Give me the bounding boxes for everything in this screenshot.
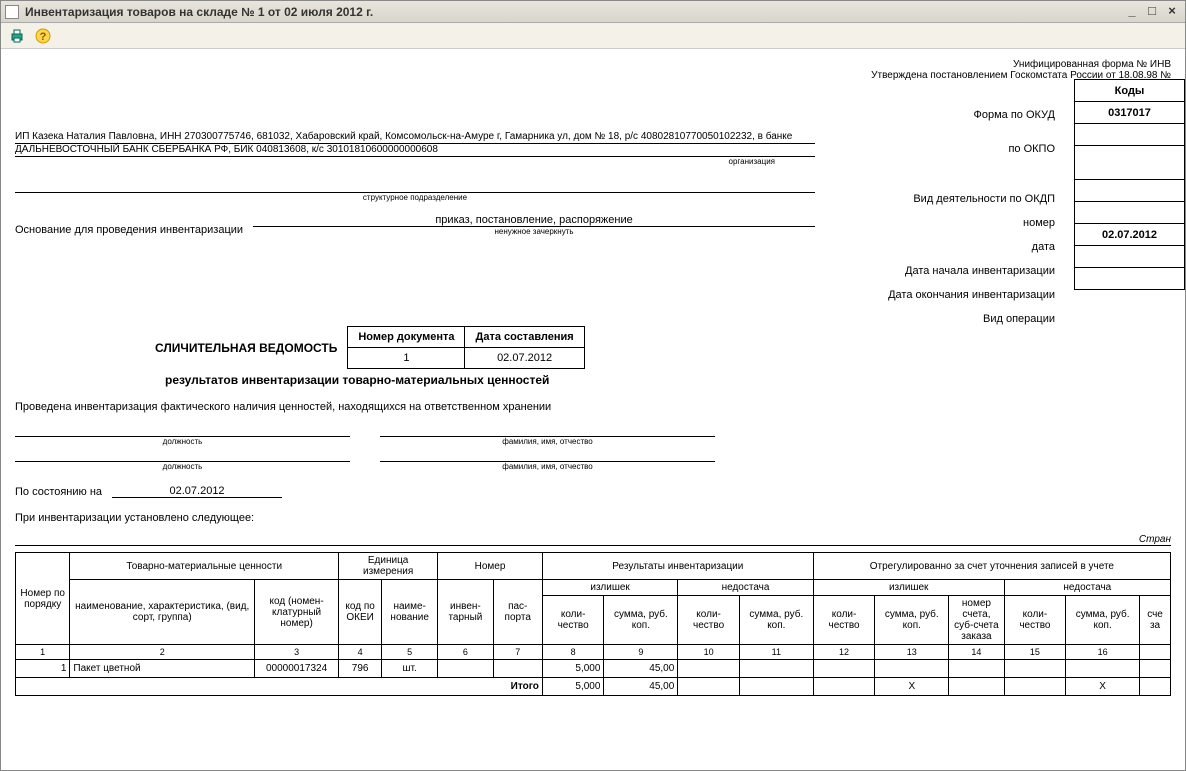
print-button[interactable] <box>7 26 27 46</box>
page-label: Стран <box>15 534 1171 546</box>
th-sum4: сумма, руб. коп. <box>1066 596 1140 645</box>
codes-labels: Форма по ОКУД по ОКПО Вид деятельности п… <box>888 103 1055 331</box>
sign-fio-2: фамилия, имя, отчество <box>380 462 715 471</box>
th-qty2: коли-чество <box>678 596 740 645</box>
inventory-table: Номер по порядку Товарно-материальные це… <box>15 552 1171 696</box>
form-note: Унифицированная форма № ИНВ <box>15 59 1171 70</box>
titlebar: Инвентаризация товаров на складе № 1 от … <box>1 1 1185 23</box>
document-icon <box>5 5 19 19</box>
okdp-label: Вид деятельности по ОКДП <box>888 187 1055 211</box>
sign-fio-1: фамилия, имя, отчество <box>380 437 715 446</box>
form-header-notes: Унифицированная форма № ИНВ Утверждена п… <box>15 59 1171 81</box>
codes-header: Коды <box>1075 80 1185 102</box>
column-numbers-row: 1 2 3 4 5 6 7 8 9 10 11 12 13 14 15 16 <box>16 645 1171 660</box>
window-title: Инвентаризация товаров на складе № 1 от … <box>25 5 1121 19</box>
organization-block: ИП Казека Наталия Павловна, ИНН 27030077… <box>15 131 815 202</box>
start-date-value: 02.07.2012 <box>1075 224 1185 246</box>
th-unitname: наиме-нование <box>382 580 438 645</box>
optype-value <box>1075 268 1185 290</box>
th-sum3: сумма, руб. коп. <box>875 596 949 645</box>
table-row: 1 Пакет цветной 00000017324 796 шт. 5,00… <box>16 660 1171 678</box>
th-surplus2: излишек <box>813 580 1004 596</box>
state-row: По состоянию на 02.07.2012 <box>15 485 1171 498</box>
toolbar: ? <box>1 23 1185 49</box>
codes-box: Коды 0317017 02.07.2012 <box>1074 79 1185 290</box>
doc-subtitle: результатов инвентаризации товарно-матер… <box>165 373 1171 387</box>
state-value: 02.07.2012 <box>112 485 282 498</box>
state-label: По состоянию на <box>15 486 102 498</box>
th-invnum: инвен-тарный <box>438 580 493 645</box>
table-total-row: Итого 5,000 45,00 X X <box>16 678 1171 696</box>
org-sub2: структурное подразделение <box>15 193 815 202</box>
th-okei: код по ОКЕИ <box>339 580 382 645</box>
th-acct1: номер счета, суб-счета заказа <box>949 596 1004 645</box>
docnum-col1: Номер документа <box>348 327 465 348</box>
basis-sub: ненужное зачеркнуть <box>253 227 815 236</box>
th-results: Результаты инвентаризации <box>542 553 813 580</box>
th-name: наименование, характеристика, (вид, сорт… <box>70 580 255 645</box>
th-num: Номер по порядку <box>16 553 70 645</box>
okud-value: 0317017 <box>1075 102 1185 124</box>
docnum-col2: Дата составления <box>465 327 584 348</box>
th-qty4: коли-чество <box>1004 596 1066 645</box>
th-shortage1: недостача <box>678 580 813 596</box>
basis-row: Основание для проведения инвентаризации … <box>15 214 815 236</box>
code-number-value <box>1075 180 1185 202</box>
org-line2: ДАЛЬНЕВОСТОЧНЫЙ БАНК СБЕРБАНКА РФ, БИК 0… <box>15 144 815 157</box>
docnum-value: 1 <box>348 348 465 369</box>
struct-line <box>15 180 815 193</box>
th-acct2: сче за <box>1140 596 1171 645</box>
intro-text: Проведена инвентаризация фактического на… <box>15 401 1171 413</box>
start-label: Дата начала инвентаризации <box>888 259 1055 283</box>
svg-text:?: ? <box>40 31 47 43</box>
okpo-value <box>1075 124 1185 146</box>
app-window: Инвентаризация товаров на складе № 1 от … <box>0 0 1186 771</box>
th-number: Номер <box>438 553 543 580</box>
sign-pos-2: должность <box>15 462 350 471</box>
document-content[interactable]: Унифицированная форма № ИНВ Утверждена п… <box>1 49 1185 770</box>
number-label: номер <box>888 211 1055 235</box>
doc-number-block: СЛИЧИТЕЛЬНАЯ ВЕДОМОСТЬ Номер документа Д… <box>155 326 1171 369</box>
signature-row-2: должность фамилия, имя, отчество <box>15 448 715 471</box>
okpo-label: по ОКПО <box>888 137 1055 161</box>
end-label: Дата окончания инвентаризации <box>888 283 1055 307</box>
doc-title: СЛИЧИТЕЛЬНАЯ ВЕДОМОСТЬ <box>155 341 337 355</box>
basis-label: Основание для проведения инвентаризации <box>15 224 243 236</box>
form-approved: Утверждена постановлением Госкомстата Ро… <box>15 70 1171 81</box>
th-tmc: Товарно-материальные ценности <box>70 553 339 580</box>
minimize-button[interactable]: _ <box>1123 4 1141 20</box>
basis-value: приказ, постановление, распоряжение <box>253 214 815 227</box>
found-text: При инвентаризации установлено следующее… <box>15 512 1171 524</box>
total-label: Итого <box>16 678 543 696</box>
th-unit: Единица измерения <box>339 553 438 580</box>
th-surplus1: излишек <box>542 580 677 596</box>
close-button[interactable]: × <box>1163 4 1181 20</box>
th-qty3: коли-чество <box>813 596 875 645</box>
signature-row-1: должность фамилия, имя, отчество <box>15 423 715 446</box>
date-label: дата <box>888 235 1055 259</box>
th-qty1: коли-чество <box>542 596 604 645</box>
sign-pos-1: должность <box>15 437 350 446</box>
docdate-value: 02.07.2012 <box>465 348 584 369</box>
th-adjust: Отрегулированно за счет уточнения записе… <box>813 553 1170 580</box>
help-button[interactable]: ? <box>33 26 53 46</box>
th-sum2: сумма, руб. коп. <box>739 596 813 645</box>
code-date-value <box>1075 202 1185 224</box>
end-date-value <box>1075 246 1185 268</box>
th-shortage2: недостача <box>1004 580 1170 596</box>
org-line1: ИП Казека Наталия Павловна, ИНН 27030077… <box>15 131 815 144</box>
th-code: код (номен-клатурный номер) <box>255 580 339 645</box>
optype-label: Вид операции <box>888 307 1055 331</box>
maximize-button[interactable]: □ <box>1143 4 1161 20</box>
okdp-value <box>1075 146 1185 180</box>
th-sum1: сумма, руб. коп. <box>604 596 678 645</box>
okud-label: Форма по ОКУД <box>888 103 1055 127</box>
org-sub1: организация <box>15 157 815 166</box>
th-passport: пас-порта <box>493 580 542 645</box>
